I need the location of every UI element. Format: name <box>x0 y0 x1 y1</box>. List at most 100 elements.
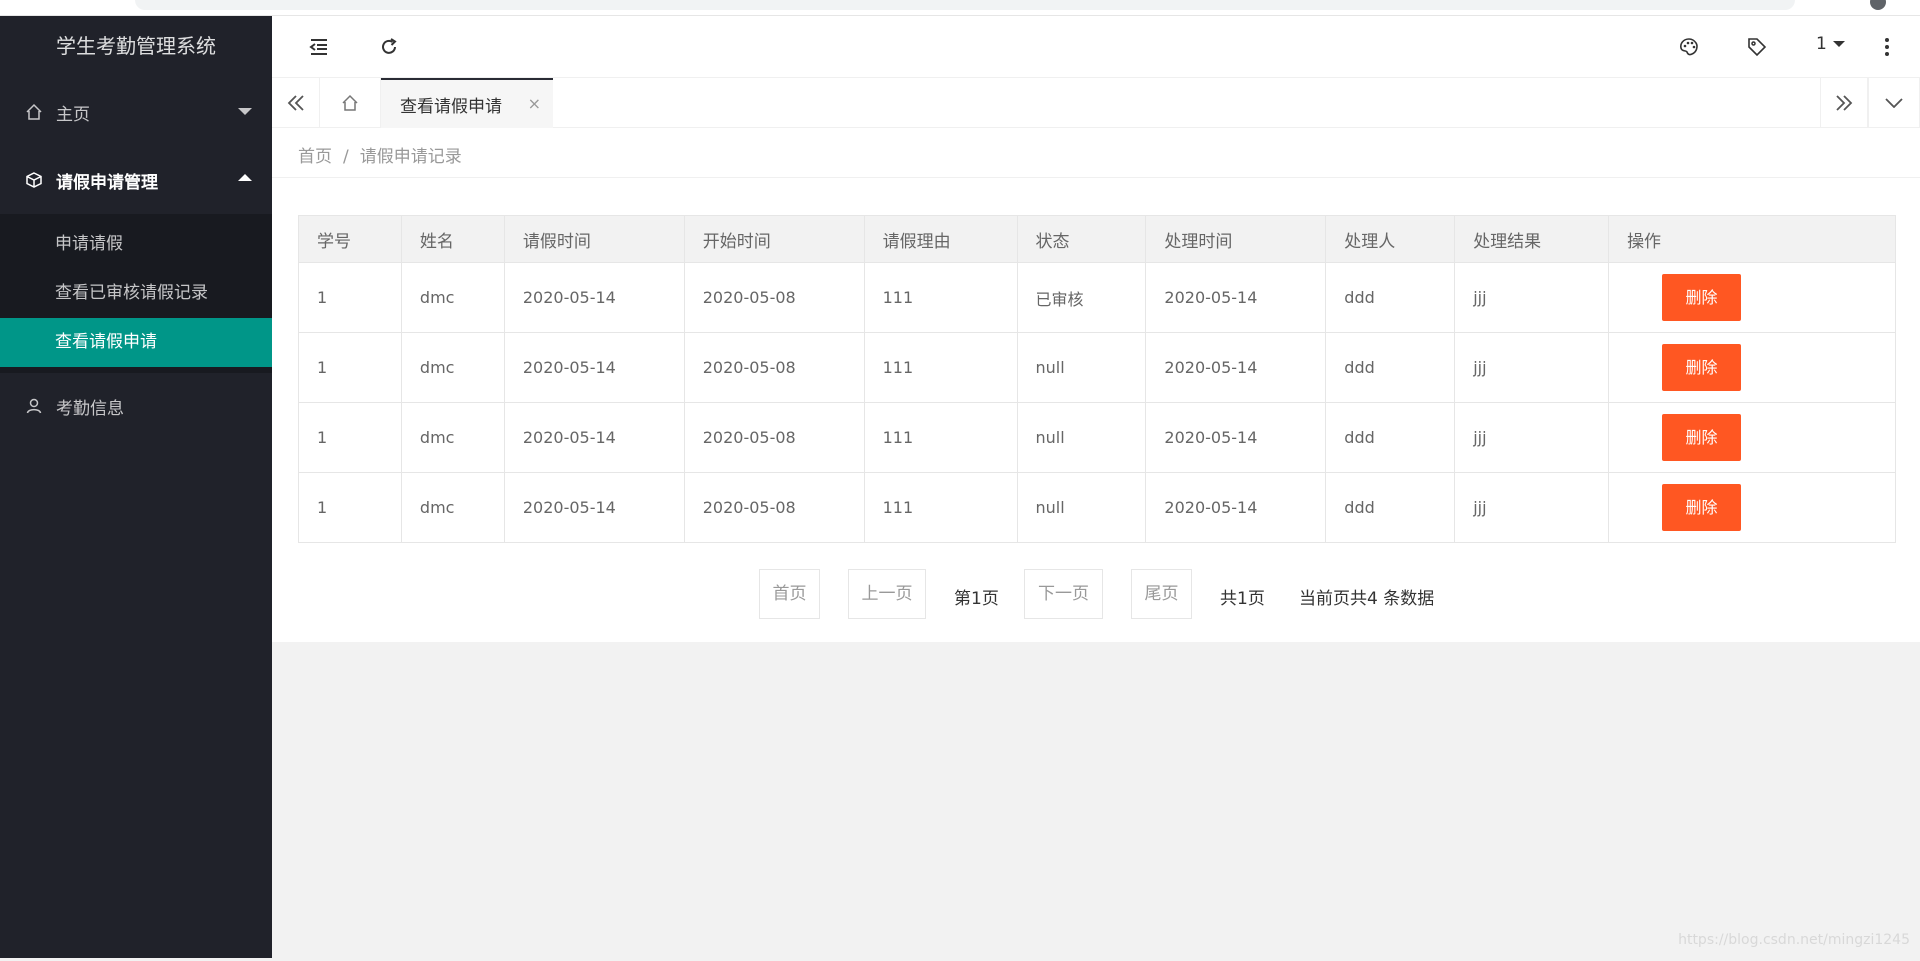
user-menu[interactable]: 1 <box>1816 34 1845 54</box>
cell-name: dmc <box>400 262 505 333</box>
cell-student-id: 1 <box>298 472 402 543</box>
palette-icon <box>1680 38 1698 56</box>
cell-start-date: 2020-05-08 <box>683 262 865 333</box>
last-page-button[interactable]: 尾页 <box>1131 569 1192 619</box>
cell-actions: 删除 <box>1608 472 1896 543</box>
page-summary: 当前页共4 条数据 <box>1299 589 1435 609</box>
cell-processed-date: 2020-05-14 <box>1145 262 1327 333</box>
cell-processed-date: 2020-05-14 <box>1145 332 1327 403</box>
breadcrumb-home[interactable]: 首页 <box>298 147 332 167</box>
pagination: 首页 上一页 第1页 下一页 尾页 共1页 当前页共4 条数据 <box>272 569 1920 619</box>
tab-label: 查看请假申请 <box>400 96 502 117</box>
close-icon[interactable]: × <box>528 94 541 113</box>
column-header: 处理人 <box>1325 215 1456 263</box>
cell-name: dmc <box>400 402 505 473</box>
table-row: 1 dmc 2020-05-14 2020-05-08 111 null 202… <box>298 332 1896 403</box>
profile-avatar[interactable] <box>1870 0 1886 10</box>
tabs-scroll-right-button[interactable] <box>1820 78 1868 128</box>
sidebar-item-view-applications[interactable]: 查看请假申请 <box>0 318 272 367</box>
cell-start-date: 2020-05-08 <box>683 402 865 473</box>
address-bar[interactable] <box>135 0 1795 10</box>
delete-button[interactable]: 删除 <box>1662 344 1742 391</box>
column-header: 开始时间 <box>683 215 865 263</box>
column-header: 学号 <box>298 215 402 263</box>
cell-result: jjj <box>1454 472 1610 543</box>
more-vertical-icon <box>1885 38 1889 56</box>
app-title: 学生考勤管理系统 <box>56 34 216 58</box>
leave-table: 学号 姓名 请假时间 开始时间 请假理由 状态 处理时间 处理人 处理结果 操作… <box>298 215 1896 543</box>
cube-icon <box>24 170 44 190</box>
total-pages: 共1页 <box>1220 589 1265 609</box>
chevron-down-icon <box>238 108 252 115</box>
column-header: 请假理由 <box>863 215 1018 263</box>
tag-icon <box>1748 38 1767 57</box>
submenu-leave-management: 申请请假 查看已审核请假记录 查看请假申请 <box>0 214 272 373</box>
tabs-dropdown-button[interactable] <box>1868 78 1920 128</box>
watermark: https://blog.csdn.net/mingzi1245 <box>1678 932 1910 948</box>
column-header: 处理结果 <box>1454 215 1610 263</box>
cell-name: dmc <box>400 472 505 543</box>
delete-button[interactable]: 删除 <box>1662 414 1742 461</box>
browser-top-strip <box>0 0 1920 16</box>
user-name: 1 <box>1816 34 1827 54</box>
refresh-button[interactable] <box>374 32 404 62</box>
column-header: 状态 <box>1016 215 1147 263</box>
sidebar-item-leave-management[interactable]: 请假申请管理 <box>0 146 272 214</box>
sidebar-item-label: 考勤信息 <box>56 398 124 419</box>
cell-processed-date: 2020-05-14 <box>1145 472 1327 543</box>
prev-page-button[interactable]: 上一页 <box>848 569 926 619</box>
cell-result: jjj <box>1454 402 1610 473</box>
tab-view-applications[interactable]: 查看请假申请 × <box>381 78 553 128</box>
tag-button[interactable] <box>1742 32 1772 62</box>
cell-status: null <box>1016 472 1147 543</box>
breadcrumb-separator: / <box>343 147 349 167</box>
cell-student-id: 1 <box>298 332 402 403</box>
sidebar: 学生考勤管理系统 主页 请假申请管理 申请请假 查看已审核请假记录 查看请假申请… <box>0 16 272 958</box>
table-header-row: 学号 姓名 请假时间 开始时间 请假理由 状态 处理时间 处理人 处理结果 操作 <box>298 215 1896 263</box>
current-page: 第1页 <box>954 589 999 609</box>
sidebar-item-attendance[interactable]: 考勤信息 <box>0 373 272 439</box>
cell-start-date: 2020-05-08 <box>683 332 865 403</box>
cell-actions: 删除 <box>1608 262 1896 333</box>
cell-status: 已审核 <box>1016 262 1147 333</box>
cell-actions: 删除 <box>1608 332 1896 403</box>
cell-leave-date: 2020-05-14 <box>503 332 685 403</box>
cell-result: jjj <box>1454 262 1610 333</box>
first-page-button[interactable]: 首页 <box>759 569 820 619</box>
top-header: 1 <box>272 16 1920 78</box>
cell-student-id: 1 <box>298 262 402 333</box>
cell-student-id: 1 <box>298 402 402 473</box>
indent-icon <box>309 39 327 55</box>
cell-status: null <box>1016 332 1147 403</box>
cell-leave-date: 2020-05-14 <box>503 262 685 333</box>
cell-actions: 删除 <box>1608 402 1896 473</box>
cell-reason: 111 <box>863 402 1018 473</box>
delete-button[interactable]: 删除 <box>1662 274 1742 321</box>
tabs-scroll-left-button[interactable] <box>272 78 320 128</box>
sidebar-item-label: 请假申请管理 <box>56 172 158 193</box>
cell-leave-date: 2020-05-14 <box>503 472 685 543</box>
table-row: 1 dmc 2020-05-14 2020-05-08 111 已审核 2020… <box>298 262 1896 333</box>
double-chevron-left-icon <box>287 95 304 111</box>
divider <box>272 177 1920 178</box>
sidebar-item-reviewed-records[interactable]: 查看已审核请假记录 <box>0 269 272 318</box>
collapse-sidebar-button[interactable] <box>304 32 334 62</box>
tab-home[interactable] <box>320 78 381 128</box>
sidebar-item-home[interactable]: 主页 <box>0 78 272 146</box>
cell-status: null <box>1016 402 1147 473</box>
theme-button[interactable] <box>1674 32 1704 62</box>
sidebar-item-apply-leave[interactable]: 申请请假 <box>0 220 272 269</box>
column-header: 请假时间 <box>503 215 685 263</box>
breadcrumb-current: 请假申请记录 <box>359 147 462 167</box>
next-page-button[interactable]: 下一页 <box>1024 569 1103 619</box>
cell-handler: ddd <box>1325 332 1456 403</box>
home-icon <box>24 102 44 122</box>
more-menu-button[interactable] <box>1872 32 1902 62</box>
chevron-up-icon <box>238 174 252 181</box>
double-chevron-right-icon <box>1836 95 1853 111</box>
table-row: 1 dmc 2020-05-14 2020-05-08 111 null 202… <box>298 402 1896 473</box>
cell-processed-date: 2020-05-14 <box>1145 402 1327 473</box>
delete-button[interactable]: 删除 <box>1662 484 1742 531</box>
sidebar-item-label: 主页 <box>56 104 90 125</box>
cell-reason: 111 <box>863 262 1018 333</box>
